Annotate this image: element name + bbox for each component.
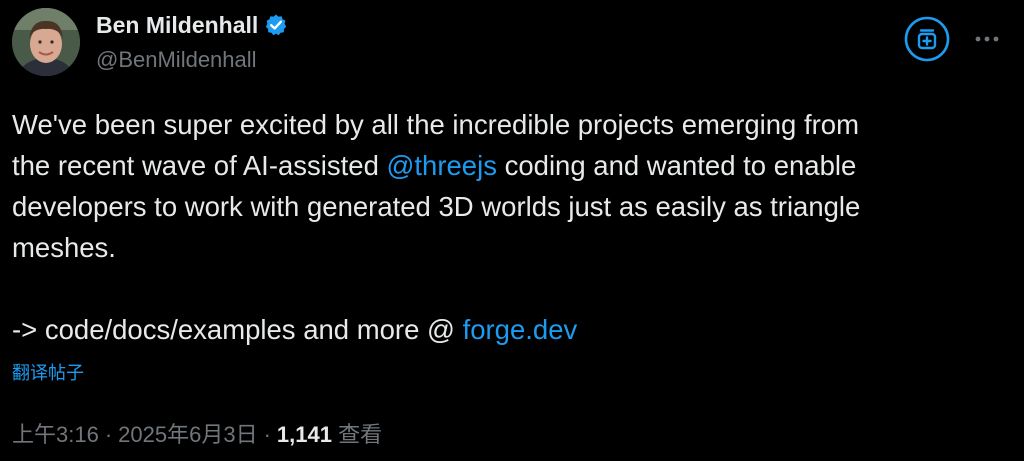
tweet-text-line: -> code/docs/examples and more @ forge.d… (12, 309, 1002, 350)
tweet-text-segment: coding and wanted to enable (496, 150, 857, 181)
post-time[interactable]: 上午3:16 (12, 422, 99, 447)
meta-separator: · (263, 422, 271, 447)
author-name-row: Ben Mildenhall (96, 10, 288, 40)
tweet-text-line: developers to work with generated 3D wor… (12, 191, 861, 222)
verified-badge-icon[interactable] (264, 13, 288, 37)
author-avatar[interactable] (12, 8, 80, 76)
tweet-header-actions (904, 16, 1002, 62)
more-dots-icon (975, 36, 999, 42)
tweet-text-line: meshes. (12, 232, 116, 263)
tweet-text-segment: the recent wave of AI-assisted (12, 150, 387, 181)
author-display-name[interactable]: Ben Mildenhall (96, 10, 258, 40)
post-date[interactable]: 2025年6月3日 (118, 422, 257, 447)
tweet-text-segment: -> code/docs/examples and more @ (12, 314, 463, 345)
tweet-text: We've been super excited by all the incr… (12, 104, 1002, 350)
grok-button[interactable] (904, 16, 950, 62)
translate-post-link[interactable]: 翻译帖子 (12, 360, 84, 386)
tweet-meta-row: 上午3:16 · 2025年6月3日 · 1,141 查看 (12, 420, 382, 450)
forge-dev-link[interactable]: forge.dev (463, 314, 578, 345)
avatar-photo (12, 8, 80, 76)
meta-separator: · (104, 422, 113, 447)
tweet-text-line: We've been super excited by all the incr… (12, 109, 859, 140)
threejs-mention-link[interactable]: @threejs (387, 150, 497, 181)
tweet-text-line: the recent wave of AI-assisted @threejs … (12, 145, 1002, 186)
views-label: 查看 (338, 422, 383, 447)
views-count: 1,141 (276, 422, 332, 447)
grok-plus-icon (904, 16, 950, 62)
more-options-button[interactable] (972, 24, 1002, 54)
author-handle[interactable]: @BenMildenhall (96, 46, 257, 74)
